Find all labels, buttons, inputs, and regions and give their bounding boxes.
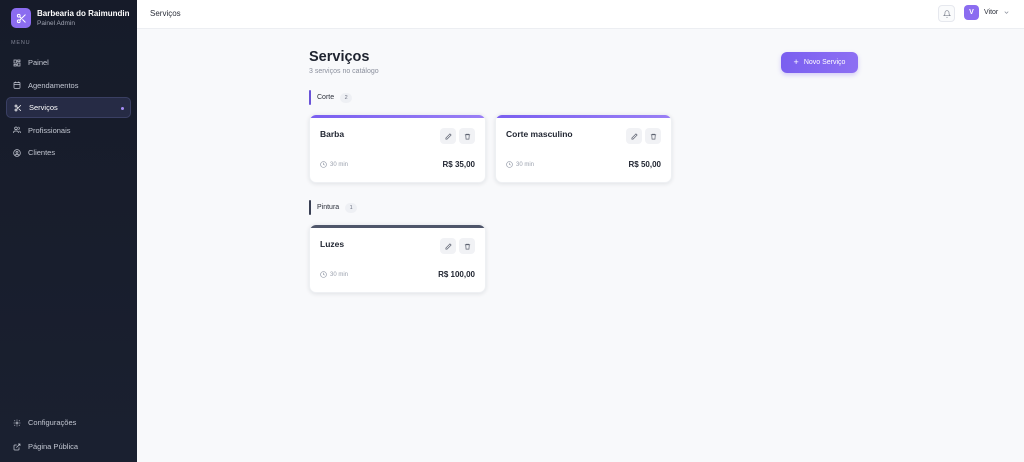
edit-button[interactable] — [440, 238, 456, 254]
topbar: Serviços V Vitor — [137, 0, 1024, 29]
scissors-icon — [14, 104, 22, 112]
service-price: R$ 100,00 — [438, 270, 475, 279]
card-actions — [437, 238, 475, 254]
duration-text: 30 min — [330, 271, 349, 278]
gear-icon — [13, 419, 21, 427]
sidebar-item-painel[interactable]: Painel — [6, 52, 131, 73]
duration-text: 30 min — [330, 161, 349, 168]
group-name: Pintura — [317, 204, 340, 211]
group-name: Corte — [317, 94, 335, 101]
card-accent-bar — [310, 115, 485, 118]
group-header-pintura: Pintura 1 — [309, 200, 358, 215]
users-icon — [13, 126, 21, 134]
bell-icon — [942, 5, 951, 23]
scissors-logo-icon — [11, 8, 31, 28]
group-accent-bar — [309, 200, 311, 215]
sidebar-item-profissionais[interactable]: Profissionais — [6, 120, 131, 141]
pencil-icon — [631, 127, 638, 145]
sidebar-item-servicos[interactable]: Serviços — [6, 97, 131, 119]
plus-icon: + — [793, 57, 799, 67]
edit-button[interactable] — [626, 128, 642, 144]
sidebar-item-label: Agendamentos — [28, 80, 79, 90]
sidebar-item-label: Painel — [28, 58, 49, 67]
service-card[interactable]: Luzes 30 min R$ 100,00 — [309, 224, 486, 293]
group-header-corte: Corte 2 — [309, 90, 353, 105]
trash-icon — [650, 127, 657, 145]
card-accent-bar — [496, 115, 671, 118]
chevron-down-icon — [1003, 9, 1010, 16]
menu-label: MENU — [11, 40, 31, 46]
active-indicator-dot — [121, 107, 124, 111]
new-service-button[interactable]: + Novo Serviço — [781, 52, 858, 73]
user-menu[interactable]: V Vitor — [964, 5, 1010, 20]
card-actions — [437, 128, 475, 144]
trash-icon — [464, 237, 471, 255]
clock-icon — [506, 161, 513, 168]
sidebar-item-configuracoes[interactable]: Configurações — [6, 412, 131, 433]
delete-button[interactable] — [459, 238, 475, 254]
topbar-title: Serviços — [150, 9, 181, 18]
delete-button[interactable] — [459, 128, 475, 144]
group-count-badge: 1 — [345, 202, 358, 213]
new-service-label: Novo Serviço — [803, 59, 846, 66]
sidebar-item-label: Profissionais — [28, 125, 71, 135]
service-card[interactable]: Corte masculino 30 min R$ 50,00 — [495, 114, 672, 183]
sidebar-item-clientes[interactable]: Clientes — [6, 142, 131, 163]
clock-icon — [320, 161, 327, 168]
service-duration: 30 min — [320, 161, 348, 168]
sidebar-nav: Painel Agendamentos Serviços Profissiona… — [6, 52, 131, 165]
avatar: V — [964, 5, 979, 20]
edit-button[interactable] — [440, 128, 456, 144]
notifications-button[interactable] — [938, 5, 955, 22]
sidebar-item-agendamentos[interactable]: Agendamentos — [6, 75, 131, 96]
sidebar-item-label: Configurações — [28, 418, 77, 427]
service-duration: 30 min — [320, 271, 348, 278]
service-duration: 30 min — [506, 161, 534, 168]
card-accent-bar — [310, 225, 485, 228]
user-name: Vitor — [984, 9, 999, 16]
user-circle-icon — [13, 149, 21, 157]
card-actions — [623, 128, 661, 144]
pencil-icon — [445, 127, 452, 145]
sidebar-item-pagina-publica[interactable]: Página Pública — [6, 436, 131, 457]
calendar-icon — [13, 81, 21, 89]
service-name: Luzes — [320, 239, 345, 249]
external-link-icon — [13, 443, 21, 451]
group-count-badge: 2 — [340, 92, 353, 103]
duration-text: 30 min — [516, 161, 535, 168]
service-price: R$ 50,00 — [628, 160, 661, 169]
sidebar-item-label: Serviços — [29, 103, 58, 113]
sidebar-item-label: Clientes — [28, 148, 56, 158]
dashboard-icon — [13, 59, 21, 67]
page-title: Serviços — [309, 49, 370, 65]
sidebar-item-label: Página Pública — [28, 442, 79, 451]
clock-icon — [320, 271, 327, 278]
brand[interactable]: Barbearia do Raimundin Painel Admin — [11, 8, 129, 28]
service-name: Corte masculino — [506, 129, 573, 139]
sidebar: Barbearia do Raimundin Painel Admin MENU… — [0, 0, 137, 462]
brand-title: Barbearia do Raimundin — [37, 8, 130, 18]
service-price: R$ 35,00 — [442, 160, 475, 169]
brand-subtitle: Painel Admin — [37, 19, 75, 27]
pencil-icon — [445, 237, 452, 255]
trash-icon — [464, 127, 471, 145]
sidebar-bottom-nav: Configurações Página Pública — [6, 412, 131, 460]
group-accent-bar — [309, 90, 311, 105]
service-name: Barba — [320, 129, 345, 139]
service-card[interactable]: Barba 30 min R$ 35,00 — [309, 114, 486, 183]
page-subtitle: 3 serviços no catálogo — [309, 68, 379, 75]
delete-button[interactable] — [645, 128, 661, 144]
